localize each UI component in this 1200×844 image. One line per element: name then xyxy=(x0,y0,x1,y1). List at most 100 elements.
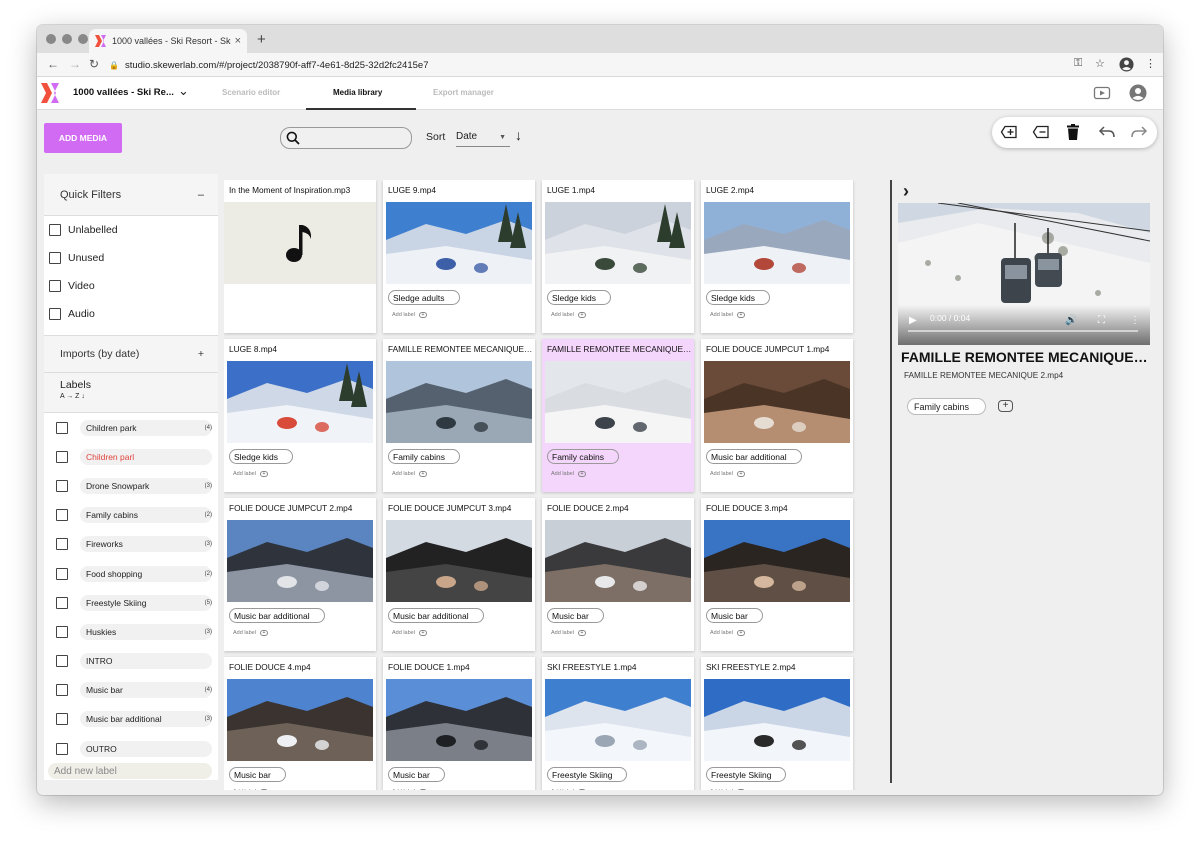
media-label-pill[interactable]: Family cabins xyxy=(388,449,460,464)
fullscreen-icon[interactable]: ⛶ xyxy=(1098,315,1105,326)
add-label-link[interactable]: Add label+ xyxy=(551,630,586,636)
add-label-link[interactable]: Add label+ xyxy=(551,471,586,477)
label-row[interactable]: Freestyle Skiing (5) xyxy=(44,588,218,617)
media-card[interactable]: FAMILLE REMONTEE MECANIQUE 2.mp4 Family c… xyxy=(542,339,694,492)
media-label-pill[interactable]: Music bar xyxy=(229,767,286,782)
media-label-pill[interactable]: Sledge kids xyxy=(229,449,293,464)
checkbox[interactable] xyxy=(49,252,61,264)
collapse-panel-chevron-icon[interactable]: › xyxy=(903,181,909,202)
remove-label-tag-icon[interactable] xyxy=(1032,123,1050,141)
volume-icon[interactable]: 🔊 xyxy=(1065,315,1077,326)
quick-filters-header[interactable]: Quick Filters – xyxy=(44,174,218,216)
video-player[interactable]: ▶ 0:00 / 0:04 🔊 ⛶ ⋮ xyxy=(898,203,1150,345)
quick-filter-audio[interactable]: Audio xyxy=(44,300,218,328)
add-label-link[interactable]: Add label+ xyxy=(233,471,268,477)
tab-media-library[interactable]: Media library xyxy=(333,88,382,97)
label-pill[interactable]: OUTRO xyxy=(80,740,212,757)
media-card[interactable]: FAMILLE REMONTEE MECANIQUE 1.mp4 Family c… xyxy=(383,339,535,492)
skewerlab-logo-icon[interactable] xyxy=(41,83,61,103)
key-icon[interactable]: ⚿ xyxy=(1074,57,1082,70)
label-checkbox[interactable] xyxy=(56,625,68,638)
label-pill[interactable]: INTRO xyxy=(80,653,212,670)
label-row[interactable]: Huskies (3) xyxy=(44,617,218,646)
add-label-link[interactable]: Add label+ xyxy=(392,630,427,636)
play-icon[interactable]: ▶ xyxy=(909,315,917,326)
label-pill[interactable]: Huskies (3) xyxy=(80,623,212,640)
media-label-pill[interactable]: Sledge adults xyxy=(388,290,460,305)
quick-filter-unused[interactable]: Unused xyxy=(44,244,218,272)
add-label-tag-icon[interactable] xyxy=(1000,123,1018,141)
label-pill[interactable]: Children parl xyxy=(80,448,212,465)
label-pill[interactable]: Food shopping (2) xyxy=(80,565,212,582)
label-checkbox[interactable] xyxy=(56,509,68,522)
checkbox[interactable] xyxy=(49,280,61,292)
collapse-icon[interactable]: – xyxy=(198,189,204,201)
label-pill[interactable]: Family cabins (2) xyxy=(80,507,212,524)
add-label-link[interactable]: Add label+ xyxy=(233,789,268,790)
add-label-link[interactable]: Add label+ xyxy=(710,312,745,318)
account-icon[interactable] xyxy=(1129,84,1147,102)
label-row[interactable]: Fireworks (3) xyxy=(44,530,218,559)
media-label-pill[interactable]: Music bar xyxy=(706,608,763,623)
label-checkbox[interactable] xyxy=(56,479,68,492)
browser-tab[interactable]: 1000 vallées - Ski Resort - Ske × xyxy=(89,29,247,53)
media-label-pill[interactable]: Music bar xyxy=(547,608,604,623)
media-card[interactable]: SKI FREESTYLE 2.mp4 Freestyle Skiing Add l… xyxy=(701,657,853,790)
label-row[interactable]: OUTRO xyxy=(44,734,218,763)
media-card[interactable]: LUGE 2.mp4 Sledge kids Add label + xyxy=(701,180,853,333)
sort-select[interactable]: Date ▼ xyxy=(456,129,510,147)
checkbox[interactable] xyxy=(49,308,61,320)
minimize-window-button[interactable] xyxy=(62,34,72,44)
media-card[interactable]: FOLIE DOUCE 4.mp4 Music bar Add label+ xyxy=(224,657,376,790)
video-preview-icon[interactable] xyxy=(1093,84,1111,102)
label-row[interactable]: Children park (4) xyxy=(44,413,218,442)
video-more-icon[interactable]: ⋮ xyxy=(1130,315,1140,326)
expand-icon[interactable]: + xyxy=(198,348,204,360)
search-input[interactable] xyxy=(280,127,412,149)
quick-filter-unlabelled[interactable]: Unlabelled xyxy=(44,216,218,244)
media-label-pill[interactable]: Music bar additional xyxy=(388,608,484,623)
media-label-pill[interactable]: Family cabins xyxy=(547,449,619,464)
forward-arrow-icon[interactable]: → xyxy=(69,57,81,71)
media-card[interactable]: LUGE 9.mp4 Sledge adults Add label + xyxy=(383,180,535,333)
add-new-label-input[interactable]: Add new label xyxy=(48,763,212,779)
labels-sort-toggle[interactable]: A → Z ↓ xyxy=(60,393,218,400)
undo-icon[interactable] xyxy=(1098,123,1116,141)
add-label-link[interactable]: Add label+ xyxy=(392,312,427,318)
trash-icon[interactable] xyxy=(1064,123,1082,141)
label-checkbox[interactable] xyxy=(56,538,68,551)
media-label-pill[interactable]: Freestyle Skiing xyxy=(547,767,628,782)
redo-icon[interactable] xyxy=(1130,123,1148,141)
label-checkbox[interactable] xyxy=(56,655,68,668)
add-label-link[interactable]: Add label+ xyxy=(392,789,427,790)
checkbox[interactable] xyxy=(49,224,61,236)
label-row[interactable]: Children parl xyxy=(44,442,218,471)
add-label-link[interactable]: Add label+ xyxy=(710,789,745,790)
media-label-pill[interactable]: Music bar xyxy=(388,767,445,782)
maximize-window-button[interactable] xyxy=(78,34,88,44)
media-card[interactable]: FOLIE DOUCE 2.mp4 Music bar Add label + xyxy=(542,498,694,651)
label-row[interactable]: Family cabins (2) xyxy=(44,501,218,530)
add-label-link[interactable]: Add label+ xyxy=(551,312,586,318)
media-card[interactable]: FOLIE DOUCE JUMPCUT 1.mp4 Music bar addit… xyxy=(701,339,853,492)
add-media-button[interactable]: ADD MEDIA xyxy=(44,123,122,153)
media-card[interactable]: FOLIE DOUCE 3.mp4 Music bar Add label + xyxy=(701,498,853,651)
project-name[interactable]: 1000 vallées - Ski Re... xyxy=(73,87,174,98)
label-checkbox[interactable] xyxy=(56,713,68,726)
label-row[interactable]: INTRO xyxy=(44,647,218,676)
label-checkbox[interactable] xyxy=(56,450,68,463)
media-card[interactable]: LUGE 8.mp4 Sledge kids Add label + xyxy=(224,339,376,492)
media-card[interactable]: LUGE 1.mp4 Sledge kids Add label + xyxy=(542,180,694,333)
media-card[interactable]: FOLIE DOUCE JUMPCUT 2.mp4 Music bar addit… xyxy=(224,498,376,651)
imports-header[interactable]: Imports (by date) + xyxy=(44,335,218,373)
tab-scenario-editor[interactable]: Scenario editor xyxy=(222,88,280,97)
label-checkbox[interactable] xyxy=(56,596,68,609)
add-label-link[interactable]: Add label+ xyxy=(551,789,586,790)
label-checkbox[interactable] xyxy=(56,742,68,755)
media-label-pill[interactable]: Sledge kids xyxy=(706,290,770,305)
label-row[interactable]: Music bar additional (3) xyxy=(44,705,218,734)
label-pill[interactable]: Fireworks (3) xyxy=(80,536,212,553)
add-label-link[interactable]: Add label+ xyxy=(710,630,745,636)
label-pill[interactable]: Children park (4) xyxy=(80,419,212,436)
profile-icon[interactable] xyxy=(1119,57,1134,72)
